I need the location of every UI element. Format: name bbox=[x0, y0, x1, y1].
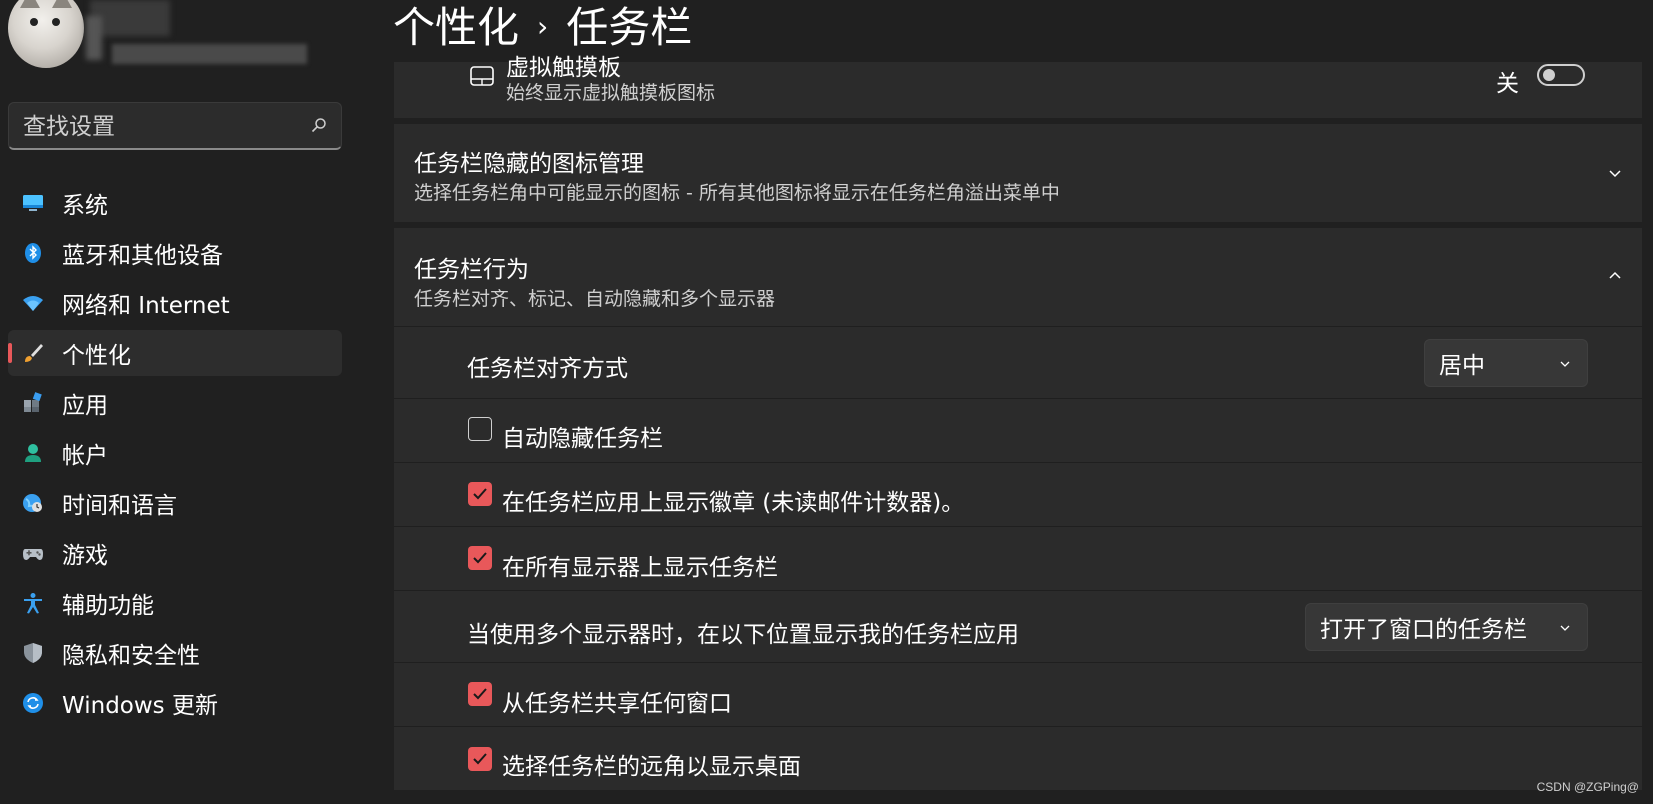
sidebar-item-label: 时间和语言 bbox=[62, 493, 177, 519]
badges-label[interactable]: 在任务栏应用上显示徽章 (未读邮件计数器)。 bbox=[502, 483, 964, 517]
sidebar-item-privacy[interactable]: 隐私和安全性 bbox=[8, 630, 342, 676]
breadcrumb-parent[interactable]: 个性化 bbox=[393, 3, 519, 52]
alignment-dropdown[interactable]: 居中 bbox=[1424, 339, 1588, 387]
wifi-icon bbox=[23, 296, 43, 311]
search-input[interactable] bbox=[21, 111, 295, 143]
monitor-icon bbox=[23, 195, 43, 211]
touchpad-card: 虚拟触摸板 始终显示虚拟触摸板图标 关 bbox=[394, 55, 1642, 118]
multi-display-dropdown[interactable]: 打开了窗口的任务栏 bbox=[1305, 603, 1588, 651]
checkmark-icon bbox=[473, 488, 487, 500]
all-displays-label[interactable]: 在所有显示器上显示任务栏 bbox=[502, 548, 778, 582]
touchpad-toggle[interactable] bbox=[1537, 64, 1585, 86]
watermark: CSDN @ZGPing@ bbox=[1536, 780, 1639, 794]
toggle-state-label: 关 bbox=[1496, 71, 1519, 97]
chevron-down-icon[interactable] bbox=[1608, 166, 1622, 180]
taskbar-behaviors-card[interactable]: 任务栏行为 任务栏对齐、标记、自动隐藏和多个显示器 bbox=[394, 228, 1642, 326]
sidebar-item-accounts[interactable]: 帐户 bbox=[8, 430, 342, 476]
sidebar-item-label: Windows 更新 bbox=[62, 693, 218, 719]
sidebar-item-label: 帐户 bbox=[62, 443, 108, 469]
all-displays-row: 在所有显示器上显示任务栏 bbox=[394, 526, 1642, 590]
sidebar-item-label: 游戏 bbox=[62, 543, 108, 569]
taskbar-behaviors-title: 任务栏行为 bbox=[414, 257, 529, 283]
page-title: 任务栏 bbox=[566, 3, 693, 52]
auto-hide-row: 自动隐藏任务栏 bbox=[394, 398, 1642, 462]
far-corner-row: 选择任务栏的远角以显示桌面 bbox=[394, 726, 1642, 790]
multi-display-row: 当使用多个显示器时，在以下位置显示我的任务栏应用 打开了窗口的任务栏 bbox=[394, 590, 1642, 662]
accessibility-icon bbox=[24, 593, 42, 614]
touchpad-subtitle: 始终显示虚拟触摸板图标 bbox=[506, 82, 716, 104]
sidebar-item-network[interactable]: 网络和 Internet bbox=[8, 280, 342, 326]
share-window-checkbox[interactable] bbox=[468, 682, 492, 706]
sidebar-item-time-language[interactable]: 时间和语言 bbox=[8, 480, 342, 526]
badges-row: 在任务栏应用上显示徽章 (未读邮件计数器)。 bbox=[394, 462, 1642, 526]
touchpad-title: 虚拟触摸板 bbox=[506, 55, 621, 81]
blurred-username bbox=[90, 0, 170, 36]
chevron-up-icon[interactable] bbox=[1608, 268, 1622, 282]
chevron-down-icon bbox=[1560, 625, 1570, 631]
apps-icon bbox=[24, 392, 42, 412]
sidebar-item-system[interactable]: 系统 bbox=[8, 180, 342, 226]
checkmark-icon bbox=[473, 688, 487, 700]
multi-display-value: 打开了窗口的任务栏 bbox=[1320, 617, 1527, 643]
sidebar-item-bluetooth[interactable]: 蓝牙和其他设备 bbox=[8, 230, 342, 276]
multi-display-label: 当使用多个显示器时，在以下位置显示我的任务栏应用 bbox=[467, 622, 1019, 648]
blurred-email bbox=[112, 44, 307, 64]
avatar[interactable] bbox=[8, 0, 84, 68]
alignment-label: 任务栏对齐方式 bbox=[467, 356, 628, 382]
sidebar-item-label: 隐私和安全性 bbox=[62, 643, 200, 669]
touchpad-icon bbox=[470, 66, 494, 86]
share-window-row: 从任务栏共享任何窗口 bbox=[394, 662, 1642, 726]
sidebar-item-accessibility[interactable]: 辅助功能 bbox=[8, 580, 342, 626]
alignment-value: 居中 bbox=[1439, 353, 1485, 379]
gamepad-icon bbox=[23, 549, 43, 560]
checkmark-icon bbox=[473, 552, 487, 564]
chevron-down-icon bbox=[1560, 361, 1570, 367]
taskbar-behaviors-subtitle: 任务栏对齐、标记、自动隐藏和多个显示器 bbox=[414, 288, 776, 310]
sidebar-item-label: 网络和 Internet bbox=[62, 293, 230, 319]
sidebar-item-label: 蓝牙和其他设备 bbox=[62, 243, 223, 269]
search-icon[interactable] bbox=[311, 117, 327, 133]
sidebar-item-apps[interactable]: 应用 bbox=[8, 380, 342, 426]
breadcrumb: 个性化 › 任务栏 bbox=[393, 0, 692, 55]
sidebar-item-label: 应用 bbox=[62, 393, 108, 419]
hidden-icons-card[interactable]: 任务栏隐藏的图标管理 选择任务栏角中可能显示的图标 - 所有其他图标将显示在任务… bbox=[394, 124, 1642, 222]
far-corner-checkbox[interactable] bbox=[468, 747, 492, 771]
sidebar-item-windows-update[interactable]: Windows 更新 bbox=[8, 680, 342, 726]
sidebar-item-personalization[interactable]: 个性化 bbox=[8, 330, 342, 376]
alignment-row: 任务栏对齐方式 居中 bbox=[394, 326, 1642, 398]
sidebar-item-label: 个性化 bbox=[62, 343, 131, 369]
auto-hide-checkbox[interactable] bbox=[468, 417, 492, 441]
share-window-label[interactable]: 从任务栏共享任何窗口 bbox=[502, 684, 732, 718]
sidebar-item-label: 辅助功能 bbox=[62, 593, 154, 619]
all-displays-checkbox[interactable] bbox=[468, 546, 492, 570]
auto-hide-label[interactable]: 自动隐藏任务栏 bbox=[502, 419, 663, 453]
hidden-icons-subtitle: 选择任务栏角中可能显示的图标 - 所有其他图标将显示在任务栏角溢出菜单中 bbox=[414, 182, 1060, 204]
badges-checkbox[interactable] bbox=[468, 482, 492, 506]
shield-icon bbox=[24, 643, 42, 663]
sidebar: 系统 蓝牙和其他设备 网络和 Internet 个性化 bbox=[0, 0, 355, 804]
checkmark-icon bbox=[473, 753, 487, 765]
brush-icon bbox=[25, 344, 43, 362]
update-icon bbox=[23, 693, 43, 713]
breadcrumb-separator: › bbox=[537, 10, 549, 43]
globe-clock-icon bbox=[23, 494, 42, 512]
blurred-username-mark bbox=[86, 16, 102, 60]
sidebar-item-gaming[interactable]: 游戏 bbox=[8, 530, 342, 576]
far-corner-label[interactable]: 选择任务栏的远角以显示桌面 bbox=[502, 747, 801, 781]
bluetooth-icon bbox=[25, 243, 41, 263]
sidebar-nav: 系统 蓝牙和其他设备 网络和 Internet 个性化 应用 帐户 时间和语言 … bbox=[8, 180, 342, 730]
sidebar-item-label: 系统 bbox=[62, 193, 108, 219]
person-icon bbox=[25, 444, 41, 462]
hidden-icons-title: 任务栏隐藏的图标管理 bbox=[414, 151, 644, 177]
search-box[interactable] bbox=[8, 102, 342, 150]
